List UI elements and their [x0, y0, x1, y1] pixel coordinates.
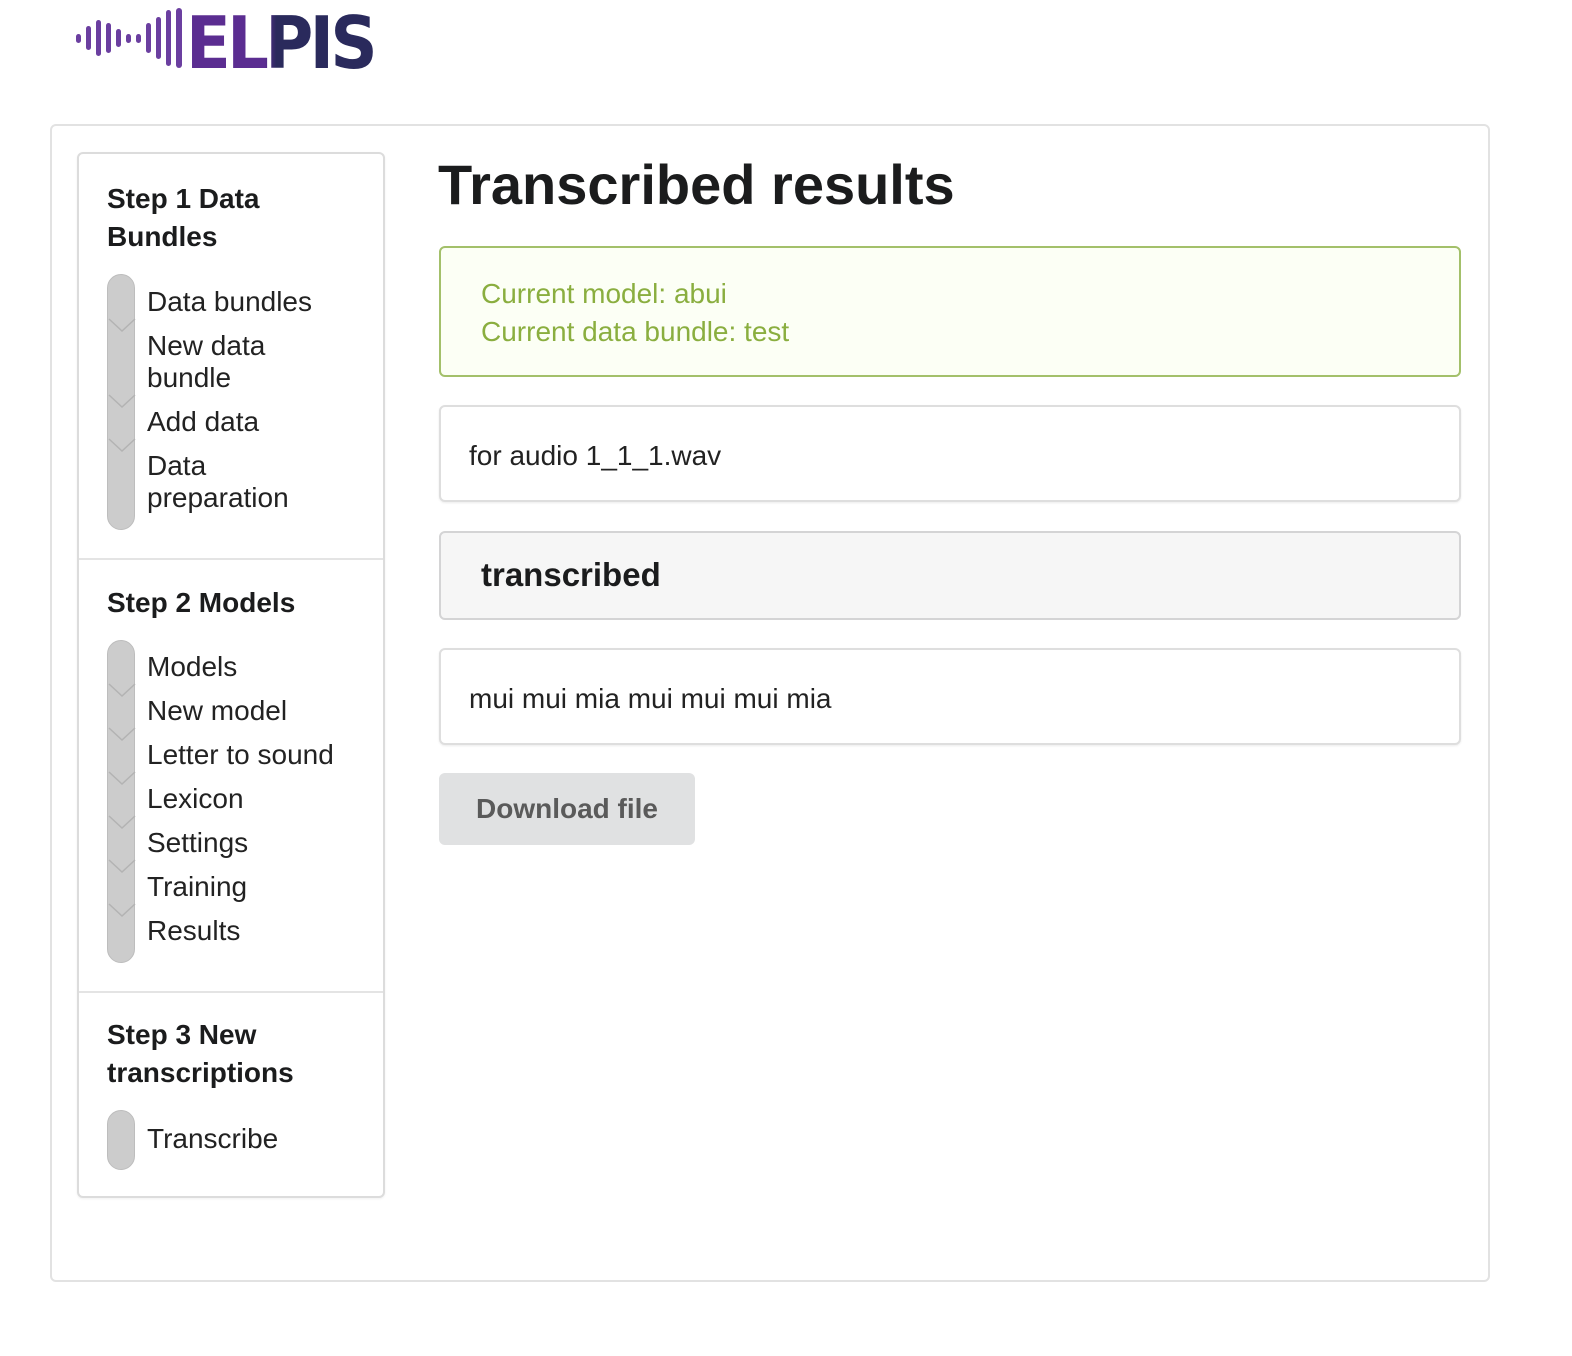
sidebar-step-link[interactable]: Letter to sound: [147, 739, 334, 771]
sidebar-step-label-line: bundle: [147, 362, 232, 393]
step-title-line: Bundles: [107, 221, 218, 252]
page-title: Transcribed results: [438, 153, 955, 216]
chevron-down-icon: [108, 859, 136, 874]
step-title-line: transcriptions: [107, 1057, 294, 1088]
transcription-text: mui mui mia mui mui mui mia: [469, 683, 832, 714]
step-3-title: Step 3 New transcriptions: [107, 1016, 294, 1092]
transcription-segment: mui mui mia mui mui mui mia: [439, 648, 1461, 745]
step-title-line: Step 3 New: [107, 1019, 257, 1050]
chevron-down-icon: [108, 727, 136, 742]
sidebar-step-link[interactable]: Results: [147, 915, 240, 947]
sidebar-step-label-line: Models: [147, 651, 238, 682]
chevron-down-icon: [108, 394, 136, 409]
download-file-button[interactable]: Download file: [439, 773, 695, 845]
waveform-icon: [76, 8, 182, 68]
step-3-progress-track: [107, 1110, 135, 1170]
audio-file-segment: for audio 1_1_1.wav: [439, 405, 1461, 502]
current-status-message: Current model: abui Current data bundle:…: [439, 246, 1461, 377]
audio-file-label: for audio 1_1_1.wav: [469, 440, 722, 471]
chevron-down-icon: [108, 903, 136, 918]
current-model-text: Current model: abui: [481, 278, 727, 309]
sidebar-step-link[interactable]: Models: [147, 651, 237, 683]
chevron-down-icon: [108, 318, 136, 333]
chevron-down-icon: [108, 771, 136, 786]
current-bundle-text: Current data bundle: test: [481, 316, 790, 347]
sidebar-step-label-line: preparation: [147, 482, 289, 513]
step-divider: [79, 991, 383, 993]
step-2-title: Step 2 Models: [107, 584, 295, 622]
sidebar-step-label-line: Lexicon: [147, 783, 244, 814]
chevron-down-icon: [108, 815, 136, 830]
sidebar-step-label-line: New data: [147, 330, 266, 361]
step-1-progress-track: [107, 274, 136, 530]
sidebar-step-link[interactable]: Data bundles: [147, 286, 312, 318]
sidebar-step-link[interactable]: Data preparation: [147, 450, 289, 514]
sidebar-step-label-line: Training: [147, 871, 248, 902]
transcribed-heading: transcribed: [481, 556, 661, 593]
sidebar-step-label-line: Results: [147, 915, 241, 946]
chevron-down-icon: [108, 683, 136, 698]
transcribed-section-header: transcribed: [439, 531, 1461, 620]
logo-wordmark: ELPIS: [186, 5, 374, 71]
steps-sidebar: Step 1 Data Bundles Data bundles New data bu…: [77, 152, 385, 1198]
sidebar-step-link[interactable]: Settings: [147, 827, 248, 859]
sidebar-step-label-line: Add data: [147, 406, 260, 437]
step-title-line: Step 2 Models: [107, 587, 296, 618]
sidebar-step-link[interactable]: Add data: [147, 406, 259, 438]
sidebar-step-link[interactable]: New data bundle: [147, 330, 265, 394]
step-divider: [79, 558, 383, 560]
sidebar-step-label-line: New model: [147, 695, 288, 726]
sidebar-step-link[interactable]: Training: [147, 871, 247, 903]
sidebar-step-label-line: Data bundles: [147, 286, 313, 317]
elpis-logo: ELPIS: [76, 5, 376, 71]
sidebar-step-label-line: Settings: [147, 827, 249, 858]
step-2-progress-track: [107, 640, 136, 963]
sidebar-step-link[interactable]: Lexicon: [147, 783, 244, 815]
sidebar-step-link[interactable]: Transcribe: [147, 1123, 278, 1155]
chevron-down-icon: [108, 438, 136, 453]
step-1-title: Step 1 Data Bundles: [107, 180, 260, 256]
step-title-line: Step 1 Data: [107, 183, 260, 214]
sidebar-step-label-line: Transcribe: [147, 1123, 279, 1154]
sidebar-step-label-line: Letter to sound: [147, 739, 334, 770]
sidebar-step-link[interactable]: New model: [147, 695, 287, 727]
sidebar-step-label-line: Data: [147, 450, 207, 481]
